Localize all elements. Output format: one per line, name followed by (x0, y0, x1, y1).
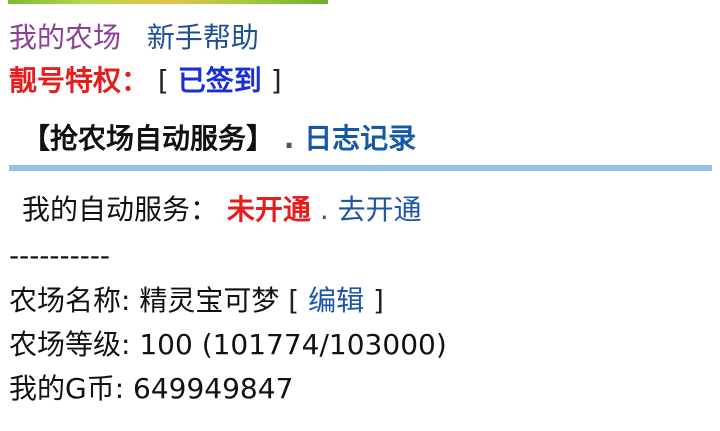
privilege-row: 靓号特权： [ 已签到 ] (9, 63, 282, 99)
top-banner-strip (8, 0, 328, 4)
farm-level-label: 农场等级: (9, 328, 131, 361)
service-title-row: 【抢农场自动服务】 . 日志记录 (22, 121, 416, 157)
farm-name-row: 农场名称: 精灵宝可梦 [ 编辑 ] (9, 283, 384, 319)
privilege-open-bracket: [ (157, 64, 169, 97)
log-record-link[interactable]: 日志记录 (304, 122, 416, 155)
edit-link[interactable]: 编辑 (308, 284, 364, 317)
edit-open-bracket: [ (288, 284, 300, 317)
privilege-label: 靓号特权： (9, 64, 150, 97)
coins-value: 649949847 (133, 372, 294, 405)
farm-name-label: 农场名称: (9, 284, 131, 317)
dash-separator-text: ---------- (9, 239, 111, 272)
auto-service-status: 未开通 (226, 193, 311, 226)
farm-level-row: 农场等级: 100 (101774/103000) (9, 327, 447, 363)
dash-separator: ---------- (9, 238, 110, 274)
top-links-row: 我的农场 新手帮助 (9, 20, 259, 56)
coins-row: 我的G币: 649949847 (9, 371, 293, 407)
grab-auto-service-title: 【抢农场自动服务】 (22, 122, 275, 155)
auto-service-dot: . (319, 193, 329, 226)
newbie-help-link[interactable]: 新手帮助 (147, 21, 259, 54)
farm-name-value: 精灵宝可梦 (139, 284, 280, 317)
activate-link[interactable]: 去开通 (338, 193, 422, 226)
my-farm-link[interactable]: 我的农场 (9, 21, 121, 54)
service-dot: . (283, 122, 295, 155)
signed-in-link[interactable]: 已签到 (178, 64, 262, 97)
auto-service-label: 我的自动服务： (22, 193, 219, 226)
farm-level-value: 100 (101774/103000) (139, 328, 447, 361)
privilege-close-bracket: ] (270, 64, 282, 97)
edit-close-bracket: ] (373, 284, 384, 317)
section-divider (9, 165, 712, 171)
coins-label: 我的G币: (9, 372, 125, 405)
auto-service-row: 我的自动服务： 未开通 . 去开通 (22, 192, 422, 228)
